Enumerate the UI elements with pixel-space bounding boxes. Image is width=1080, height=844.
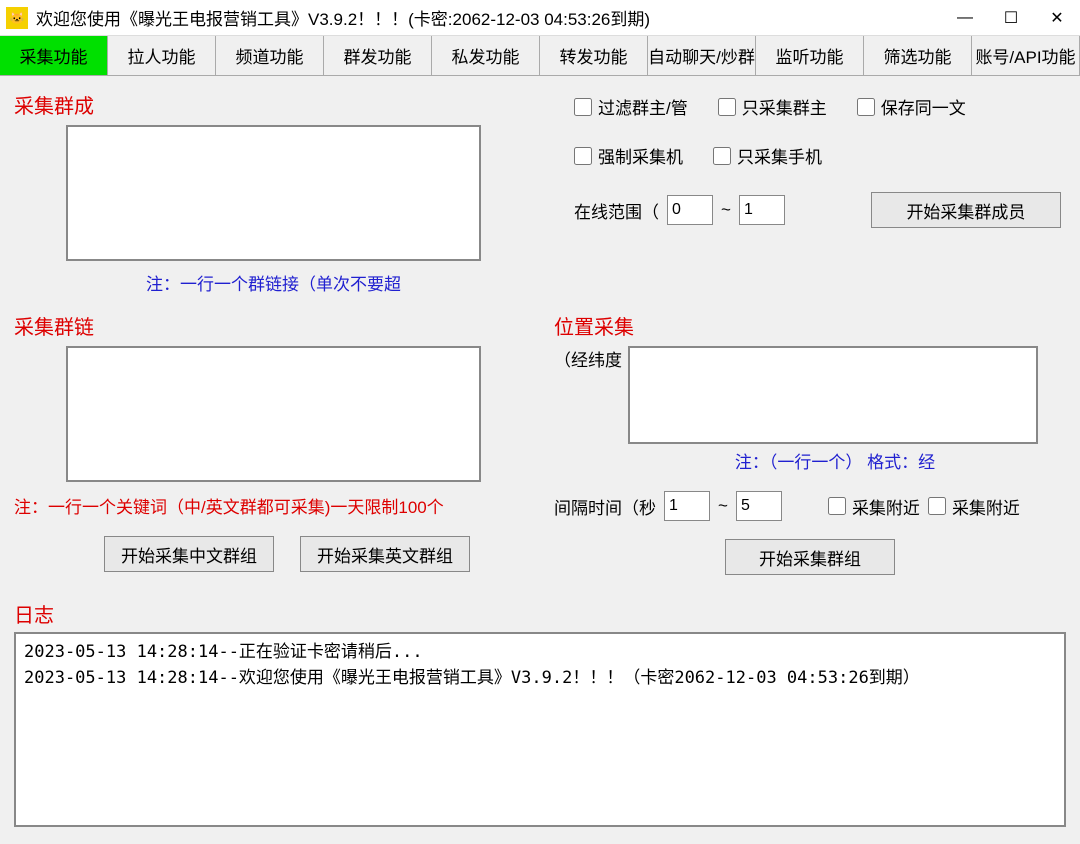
collect-groups-button[interactable]: 开始采集群组 [725, 539, 895, 575]
tab-account[interactable]: 账号/API功能 [972, 36, 1080, 75]
chk-only-phone[interactable]: 只采集手机 [713, 143, 822, 168]
tab-collect[interactable]: 采集功能 [0, 36, 108, 75]
online-from-input[interactable] [667, 195, 713, 225]
minimize-button[interactable]: — [942, 0, 988, 36]
chk-force-collect[interactable]: 强制采集机 [574, 143, 683, 168]
section-location-title: 位置采集 [554, 311, 1066, 340]
section-collect-groups-title: 采集群链 [14, 311, 534, 340]
chk-filter-owner-box[interactable] [574, 98, 592, 116]
chk-collect-near1[interactable]: 采集附近 [828, 494, 920, 519]
interval-label: 间隔时间（秒 [554, 494, 656, 519]
titlebar: 🐱 欢迎您使用《曝光王电报营销工具》V3.9.2！！！(卡密:2062-12-0… [0, 0, 1080, 36]
chk-only-owner-box[interactable] [718, 98, 736, 116]
window-title: 欢迎您使用《曝光王电报营销工具》V3.9.2！！！(卡密:2062-12-03 … [36, 5, 942, 30]
chk-save-same-box[interactable] [857, 98, 875, 116]
group-links-input[interactable] [66, 125, 481, 261]
maximize-button[interactable]: ☐ [988, 0, 1034, 36]
online-range-label: 在线范围（ [574, 198, 659, 223]
tab-forward[interactable]: 转发功能 [540, 36, 648, 75]
tab-filter[interactable]: 筛选功能 [864, 36, 972, 75]
tab-autochat[interactable]: 自动聊天/炒群 [648, 36, 756, 75]
chk-collect-near2[interactable]: 采集附近 [928, 494, 1020, 519]
tab-invite[interactable]: 拉人功能 [108, 36, 216, 75]
online-to-input[interactable] [739, 195, 785, 225]
chk-filter-owner[interactable]: 过滤群主/管 [574, 94, 688, 119]
tab-dm[interactable]: 私发功能 [432, 36, 540, 75]
tab-channel[interactable]: 频道功能 [216, 36, 324, 75]
tab-monitor[interactable]: 监听功能 [756, 36, 864, 75]
latlng-input[interactable] [628, 346, 1038, 444]
chk-force-collect-box[interactable] [574, 147, 592, 165]
log-output[interactable]: 2023-05-13 14:28:14--正在验证卡密请稍后... 2023-0… [14, 632, 1066, 827]
tab-mass[interactable]: 群发功能 [324, 36, 432, 75]
close-button[interactable]: ✕ [1034, 0, 1080, 36]
app-icon: 🐱 [6, 7, 28, 29]
tilde: ~ [721, 200, 731, 220]
group-links-note: 注：一行一个群链接（单次不要超 [66, 270, 481, 295]
chk-only-phone-box[interactable] [713, 147, 731, 165]
interval-to-input[interactable] [736, 491, 782, 521]
chk-only-owner[interactable]: 只采集群主 [718, 94, 827, 119]
tab-bar: 采集功能 拉人功能 频道功能 群发功能 私发功能 转发功能 自动聊天/炒群 监听… [0, 36, 1080, 76]
chk-save-same[interactable]: 保存同一文 [857, 94, 966, 119]
keywords-input[interactable] [66, 346, 481, 482]
start-collect-members-button[interactable]: 开始采集群成员 [871, 192, 1061, 228]
log-title: 日志 [14, 599, 1066, 628]
interval-from-input[interactable] [664, 491, 710, 521]
latlng-label: （经纬度 [554, 346, 622, 371]
section-collect-members-title: 采集群成 [14, 90, 514, 119]
collect-cn-groups-button[interactable]: 开始采集中文群组 [104, 536, 274, 572]
keywords-note: 注：一行一个关键词（中/英文群都可采集)一天限制100个 [14, 493, 534, 518]
chk-near1-box[interactable] [828, 497, 846, 515]
collect-en-groups-button[interactable]: 开始采集英文群组 [300, 536, 470, 572]
latlng-note: 注：（一行一个） 格式：经 [604, 448, 1066, 473]
chk-near2-box[interactable] [928, 497, 946, 515]
